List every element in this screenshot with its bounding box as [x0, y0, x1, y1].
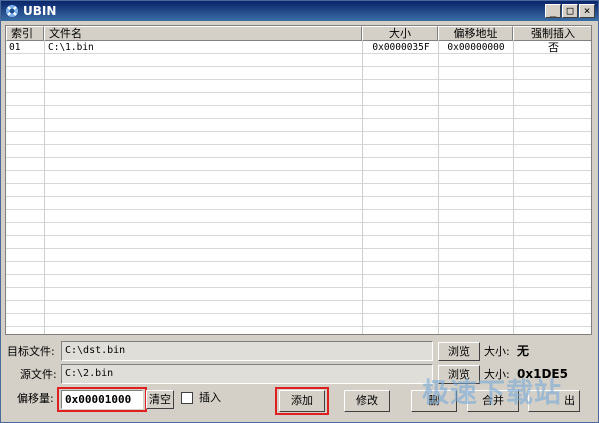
list-body[interactable]: 01 C:\1.bin 0x0000035F 0x00000000 否	[6, 41, 591, 334]
row-offset: 0x00000000	[447, 42, 505, 53]
close-button[interactable]: ×	[579, 4, 595, 18]
column-header-size[interactable]: 大小	[362, 26, 438, 41]
source-file-label: 源文件:	[20, 368, 57, 381]
minimize-button[interactable]: _	[545, 4, 561, 18]
app-window: UBIN _ □ × 索引 文件名 大小 偏移地址 强制插入 01 C:\1.b…	[0, 0, 599, 423]
maximize-button[interactable]: □	[562, 4, 578, 18]
window-title: UBIN	[23, 4, 57, 18]
offset-label: 偏移量:	[17, 392, 54, 405]
column-header-force-insert[interactable]: 强制插入	[513, 26, 591, 41]
watermark-text: 极速下载站	[422, 378, 562, 409]
app-icon	[6, 5, 18, 17]
target-file-label: 目标文件:	[7, 345, 55, 358]
title-bar[interactable]: UBIN _ □ ×	[1, 1, 598, 21]
file-list[interactable]: 索引 文件名 大小 偏移地址 强制插入 01 C:\1.bin 0x000003…	[5, 25, 592, 335]
source-file-field[interactable]: C:\2.bin	[61, 364, 433, 384]
column-header-index[interactable]: 索引	[6, 26, 44, 41]
row-force-insert: 否	[548, 41, 559, 54]
insert-checkbox[interactable]	[181, 392, 193, 404]
insert-label: 插入	[199, 391, 221, 404]
target-size-value: 无	[517, 344, 530, 358]
row-filename: C:\1.bin	[48, 42, 94, 53]
row-index: 01	[9, 42, 21, 53]
list-header: 索引 文件名 大小 偏移地址 强制插入	[6, 26, 591, 41]
table-row[interactable]: 01 C:\1.bin 0x0000035F 0x00000000 否	[6, 41, 591, 54]
target-browse-button[interactable]: 浏览	[438, 342, 480, 361]
column-header-offset[interactable]: 偏移地址	[438, 26, 513, 41]
modify-button[interactable]: 修改	[344, 390, 390, 412]
column-header-filename[interactable]: 文件名	[44, 26, 362, 41]
add-highlight	[275, 387, 329, 415]
clear-button[interactable]: 清空	[146, 390, 174, 409]
target-size-label: 大小:	[484, 345, 510, 358]
row-size: 0x0000035F	[372, 42, 430, 53]
target-file-field[interactable]: C:\dst.bin	[61, 341, 433, 361]
offset-highlight	[57, 387, 147, 412]
